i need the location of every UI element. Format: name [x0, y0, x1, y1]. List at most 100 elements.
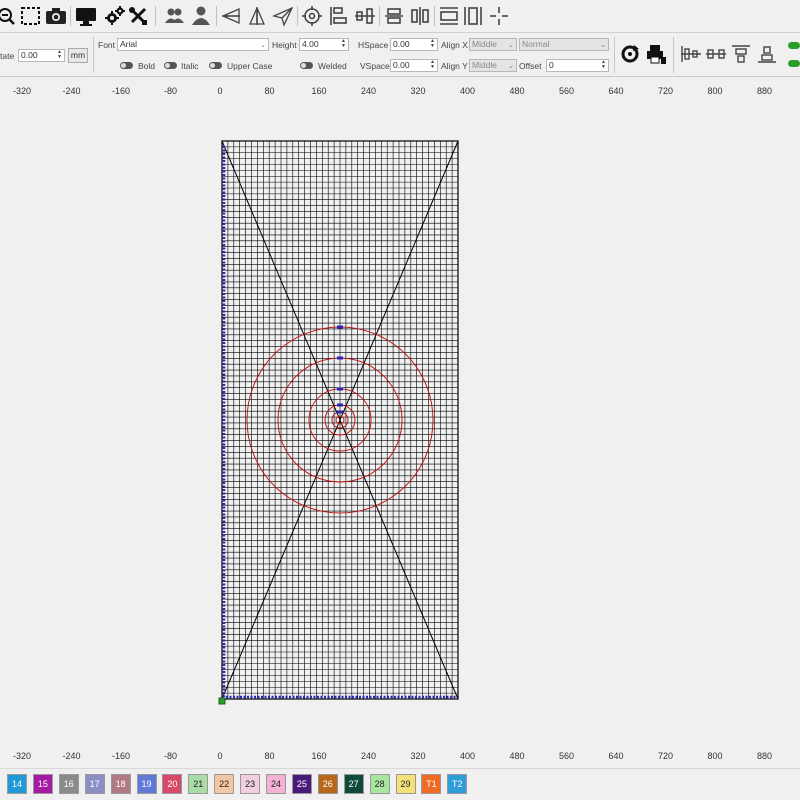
font-select[interactable]: Arial ⌄	[117, 38, 269, 51]
rotate-label: tate	[0, 51, 15, 61]
offset-label: Offset	[519, 61, 542, 71]
target-icon[interactable]	[301, 5, 323, 27]
bold-label: Bold	[138, 61, 156, 71]
spinner-icon[interactable]: ▲ ▼	[429, 60, 436, 71]
mirror-vertical-icon[interactable]	[246, 5, 268, 27]
font-value: Arial	[120, 39, 138, 49]
drawing-area[interactable]	[0, 78, 800, 768]
tools-icon[interactable]	[127, 5, 149, 27]
spinner-icon[interactable]: ▲ ▼	[429, 39, 436, 50]
chevron-down-icon: ⌄	[508, 63, 514, 70]
bold-toggle[interactable]	[120, 62, 133, 69]
same-size-icon[interactable]	[438, 5, 460, 27]
alignx-value: Middle	[472, 39, 498, 49]
status-toggle[interactable]	[788, 42, 800, 49]
aligny-value: Middle	[472, 60, 498, 70]
chevron-down-icon: ⌄	[508, 42, 514, 49]
start-point-marker	[337, 325, 343, 329]
color-swatch[interactable]: 19	[136, 774, 157, 794]
vspace-input[interactable]: 0.00 ▲ ▼	[390, 59, 438, 72]
main-toolbar	[0, 0, 800, 33]
color-swatch[interactable]: T1	[421, 774, 442, 794]
height-input[interactable]: 4.00 ▲ ▼	[299, 38, 349, 51]
distribute-horizontal-icon[interactable]	[409, 5, 431, 27]
color-swatch[interactable]: 14	[7, 774, 27, 794]
chevron-down-icon: ⌄	[600, 42, 606, 49]
color-swatch[interactable]: 16	[58, 774, 79, 794]
start-point-marker	[337, 410, 343, 414]
zoom-out-icon[interactable]	[0, 5, 18, 27]
distribute-vertical-icon[interactable]	[383, 5, 405, 27]
align-middle-icon[interactable]	[705, 43, 727, 65]
height-label: Height	[272, 40, 297, 50]
align-spread-icon[interactable]	[680, 43, 702, 65]
alignx-label: Align X	[441, 40, 468, 50]
print-icon[interactable]	[645, 43, 667, 65]
start-point-marker	[337, 356, 343, 360]
status-toggle[interactable]	[788, 60, 800, 67]
rotate-value: 0.00	[21, 50, 38, 60]
height-value: 4.00	[302, 39, 319, 49]
gears-icon[interactable]	[104, 5, 126, 27]
color-swatch[interactable]: 28	[369, 774, 390, 794]
color-swatch[interactable]: T2	[447, 774, 468, 794]
user-icon[interactable]	[190, 5, 212, 27]
spinner-icon[interactable]: ▲ ▼	[600, 60, 607, 71]
send-icon[interactable]	[272, 5, 294, 27]
align-top-icon[interactable]	[730, 43, 752, 65]
align-center-icon[interactable]	[354, 5, 376, 27]
offset-value: 0	[549, 60, 554, 70]
align-bottom-icon[interactable]	[756, 43, 778, 65]
spinner-icon[interactable]: ▲ ▼	[56, 50, 63, 61]
color-swatch[interactable]: 18	[110, 774, 131, 794]
origin-marker	[218, 697, 226, 705]
align-left-icon[interactable]	[328, 5, 350, 27]
start-point-marker	[337, 403, 343, 407]
color-swatch[interactable]: 20	[162, 774, 183, 794]
hspace-label: HSpace	[358, 40, 389, 50]
color-swatch[interactable]: 17	[84, 774, 105, 794]
font-label: Font	[98, 40, 116, 50]
style-select[interactable]: Normal ⌄	[519, 38, 609, 51]
mirror-horizontal-icon[interactable]	[220, 5, 242, 27]
color-swatch[interactable]: 26	[317, 774, 338, 794]
italic-toggle[interactable]	[164, 62, 177, 69]
select-region-icon[interactable]	[20, 5, 42, 27]
style-value: Normal	[522, 39, 550, 49]
unit-button[interactable]: mm	[68, 48, 88, 63]
color-swatch[interactable]: 23	[240, 774, 261, 794]
color-swatch[interactable]: 27	[343, 774, 364, 794]
color-swatch[interactable]: 22	[214, 774, 235, 794]
monitor-icon[interactable]	[75, 5, 97, 27]
color-palette: 14 15 16 17 18 19 20 21 22 23 24 25 26 27 28 29 T1 T2	[0, 768, 800, 800]
alignx-select[interactable]: Middle ⌄	[469, 38, 517, 51]
color-swatch[interactable]: 29	[395, 774, 416, 794]
welded-label: Welded	[318, 61, 347, 71]
vspace-value: 0.00	[393, 60, 410, 70]
hspace-value: 0.00	[393, 39, 410, 49]
color-swatch[interactable]: 15	[32, 774, 53, 794]
start-point-marker	[337, 387, 343, 391]
vspace-label: VSpace	[360, 61, 390, 71]
rotate-input[interactable]: 0.00 ▲ ▼	[18, 49, 65, 62]
column-icon[interactable]	[462, 5, 484, 27]
camera-icon[interactable]	[45, 5, 67, 27]
grid-snap-icon[interactable]	[488, 5, 510, 27]
color-swatch[interactable]: 25	[291, 774, 312, 794]
text-properties-bar: tate 0.00 ▲ ▼ mm Font Arial ⌄ Height 4.00…	[0, 33, 800, 77]
offset-input[interactable]: 0 ▲ ▼	[546, 59, 609, 72]
hspace-input[interactable]: 0.00 ▲ ▼	[390, 38, 438, 51]
chevron-down-icon: ⌄	[260, 42, 266, 49]
spinner-icon[interactable]: ▲ ▼	[340, 39, 347, 50]
welded-toggle[interactable]	[300, 62, 313, 69]
aligny-label: Align Y	[441, 61, 468, 71]
aligny-select[interactable]: Middle ⌄	[469, 59, 517, 72]
color-swatch[interactable]: 24	[266, 774, 286, 794]
uppercase-toggle[interactable]	[209, 62, 222, 69]
convert-icon[interactable]	[619, 43, 641, 65]
uppercase-label: Upper Case	[227, 61, 273, 71]
italic-label: Italic	[181, 61, 199, 71]
users-icon[interactable]	[164, 5, 186, 27]
color-swatch[interactable]: 21	[188, 774, 209, 794]
design-canvas[interactable]: -320 -240 -160 -80 0 80 160 240 320 400 480 560 640 7…	[0, 78, 800, 768]
